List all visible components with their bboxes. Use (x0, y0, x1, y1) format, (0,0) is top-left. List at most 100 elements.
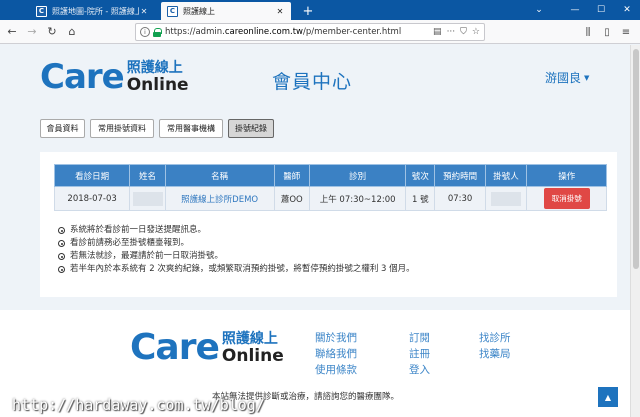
page-scrollbar[interactable] (630, 45, 640, 417)
col-name: 姓名 (129, 164, 166, 187)
logo-online-text: Online (126, 75, 189, 95)
cell-clinic: 照護線上診所DEMO (164, 186, 275, 211)
logo-zh-text: 照護線上 (221, 330, 278, 347)
notice-list: 系統將於看診前一日發送提醒訊息。 看診前請務必至掛號櫃臺報到。 若無法就診，最遲… (58, 224, 415, 276)
logo-care-text: Care (40, 57, 125, 97)
col-clinic: 名稱 (164, 164, 275, 187)
list-item: 系統將於看診前一日發送提醒訊息。 (58, 224, 415, 237)
cell-time: 07:30 (434, 186, 486, 211)
footer-logo[interactable]: Care 照護線上 Online (130, 327, 284, 368)
info-icon[interactable]: i (140, 27, 150, 37)
contact-us-link[interactable]: 聯絡我們 (315, 346, 357, 362)
list-tabs-icon[interactable]: ⌄ (530, 0, 548, 20)
tab-title: 照護線上 (183, 6, 215, 16)
col-number: 號次 (405, 164, 436, 187)
footer-links-find: 找診所 找藥局 (479, 330, 511, 362)
browser-nav-bar: ← → ↻ ⌂ i https://admin.careonline.com.t… (0, 20, 640, 44)
col-doctor: 醫師 (273, 164, 311, 187)
col-time: 預約時間 (434, 164, 486, 187)
bullet-icon (58, 227, 65, 234)
maximize-icon[interactable]: ☐ (588, 0, 614, 20)
tab-careonline[interactable]: C 照護線上 ✕ (161, 2, 291, 20)
reload-icon[interactable]: ↻ (44, 24, 60, 40)
browser-tab-bar: C 照護地圖-院所 - 照護線上 ✕ C 照護線上 ✕ + ⌄ — ☐ ✕ (0, 0, 640, 20)
site-header: Care 照護線上 Online 會員中心 游國良 ▼ (0, 45, 630, 110)
cell-doctor: 蕭OO (273, 186, 311, 211)
logo-online-text: Online (221, 345, 284, 366)
pocket-icon[interactable]: ⛉ (460, 27, 467, 37)
url-text[interactable]: https://admin.careonline.com.tw/p/member… (165, 27, 428, 37)
watermark-text: http://hardaway.com.tw/blog/ (12, 396, 265, 414)
cell-date: 2018-07-03 (53, 186, 131, 211)
terms-link[interactable]: 使用條款 (315, 362, 357, 378)
site-logo[interactable]: Care 照護線上 Online (40, 57, 189, 97)
subscribe-link[interactable]: 訂閱 (409, 330, 430, 346)
careonline-favicon-icon: C (36, 5, 47, 17)
user-menu[interactable]: 游國良 ▼ (545, 69, 589, 86)
toolbar-right: ⫼ ▯ ≡ (577, 24, 634, 40)
bullet-icon (58, 253, 65, 260)
back-to-top-button[interactable]: ▲ (598, 387, 618, 407)
careonline-favicon-icon: C (167, 5, 178, 17)
list-item: 若無法就診，最遲請於前一日取消掛號。 (58, 250, 415, 263)
reader-view-icon[interactable]: ▤ (433, 27, 442, 37)
list-item: 若半年內於本系統有 2 次爽約紀錄，或頻繁取消預約掛號，將暫停預約掛號之權利 3… (58, 263, 415, 276)
close-icon[interactable]: ✕ (275, 7, 285, 16)
bookmark-star-icon[interactable]: ☆ (472, 27, 480, 37)
col-action: 操作 (526, 164, 607, 187)
register-link[interactable]: 註冊 (409, 346, 430, 362)
cell-registrant (484, 186, 528, 211)
common-registration-button[interactable]: 常用掛號資料 (90, 119, 154, 138)
home-icon[interactable]: ⌂ (64, 24, 80, 40)
table-header-row: 看診日期 姓名 名稱 醫師 診別 號次 預約時間 掛號人 操作 (53, 164, 607, 187)
tab-clinic-map[interactable]: C 照護地圖-院所 - 照護線上 ✕ (30, 2, 155, 20)
col-date: 看診日期 (53, 164, 131, 187)
list-item: 看診前請務必至掛號櫃臺報到。 (58, 237, 415, 250)
cell-action: 取消掛號 (526, 186, 607, 211)
records-panel: 看診日期 姓名 名稱 醫師 診別 號次 預約時間 掛號人 操作 2018-07-… (40, 152, 617, 297)
minimize-icon[interactable]: — (562, 0, 588, 20)
table-row: 2018-07-03 照護線上診所DEMO 蕭OO 上午 07:30~12:00… (53, 186, 607, 211)
member-info-button[interactable]: 會員資料 (40, 119, 85, 138)
page-title: 會員中心 (272, 71, 353, 93)
library-icon[interactable]: ⫼ (580, 24, 596, 40)
member-nav-buttons: 會員資料 常用掛號資料 常用醫事機構 掛號紀錄 (40, 119, 279, 138)
cancel-registration-button[interactable]: 取消掛號 (543, 188, 590, 209)
tab-title: 照護地圖-院所 - 照護線上 (52, 6, 139, 16)
page-content: Care 照護線上 Online 會員中心 游國良 ▼ 會員資料 常用掛號資料 … (0, 45, 630, 417)
forward-icon[interactable]: → (24, 24, 40, 40)
redacted-name (132, 191, 163, 206)
col-registrant: 掛號人 (484, 164, 528, 187)
redacted-registrant (491, 191, 522, 206)
more-actions-icon[interactable]: ··· (447, 27, 456, 37)
user-name: 游國良 (545, 71, 582, 85)
bullet-icon (58, 266, 65, 273)
login-link[interactable]: 登入 (409, 362, 430, 378)
find-clinic-link[interactable]: 找診所 (479, 330, 511, 346)
scrollbar-thumb[interactable] (633, 49, 639, 269)
footer-links-account: 訂閱 註冊 登入 (409, 330, 430, 378)
close-window-icon[interactable]: ✕ (614, 0, 640, 20)
close-icon[interactable]: ✕ (139, 7, 149, 16)
registration-table: 看診日期 姓名 名稱 醫師 診別 號次 預約時間 掛號人 操作 2018-07-… (53, 164, 607, 211)
logo-care-text: Care (130, 327, 220, 368)
url-bar[interactable]: i https://admin.careonline.com.tw/p/memb… (135, 23, 485, 41)
cell-number: 1 號 (405, 186, 436, 211)
common-institution-button[interactable]: 常用醫事機構 (159, 119, 223, 138)
back-icon[interactable]: ← (4, 24, 20, 40)
logo-zh-text: 照護線上 (126, 60, 183, 76)
new-tab-button[interactable]: + (297, 2, 319, 20)
menu-icon[interactable]: ≡ (618, 24, 634, 40)
caret-down-icon: ▼ (584, 73, 590, 82)
sidebar-icon[interactable]: ▯ (599, 24, 615, 40)
find-pharmacy-link[interactable]: 找藥局 (479, 346, 511, 362)
registration-records-button[interactable]: 掛號紀錄 (228, 119, 274, 138)
clinic-link[interactable]: 照護線上診所DEMO (181, 195, 258, 205)
col-session: 診別 (309, 164, 407, 187)
lock-icon (153, 27, 162, 37)
cell-session: 上午 07:30~12:00 (309, 186, 407, 211)
footer-links-about: 關於我們 聯絡我們 使用條款 (315, 330, 357, 378)
about-us-link[interactable]: 關於我們 (315, 330, 357, 346)
window-controls: ⌄ — ☐ ✕ (535, 0, 640, 20)
cell-name (129, 186, 166, 211)
